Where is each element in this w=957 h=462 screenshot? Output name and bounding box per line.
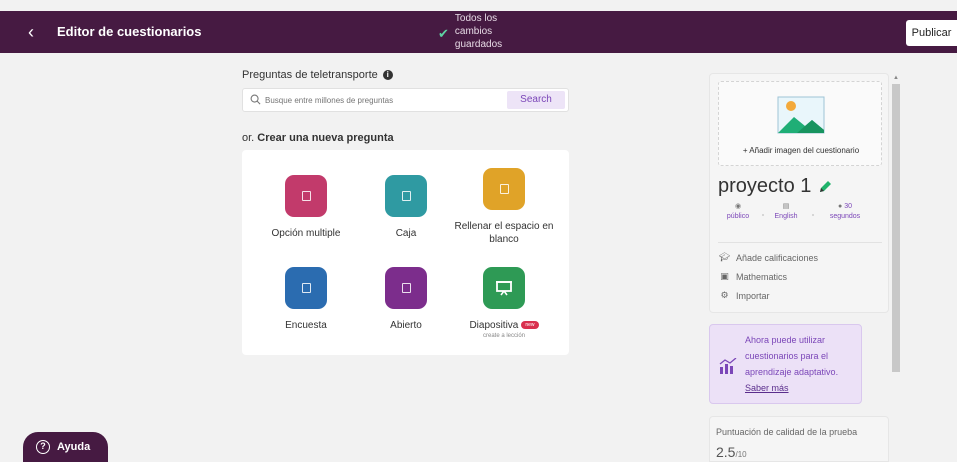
create-prefix: or. — [242, 132, 255, 144]
pencil-icon[interactable] — [817, 179, 833, 195]
quality-score-max: /10 — [735, 450, 747, 459]
add-quiz-image[interactable]: + Añadir imagen del cuestionario — [718, 81, 882, 166]
time-value-row: ● 30 — [818, 202, 872, 212]
time-label: segundos — [829, 213, 861, 220]
search-icon — [250, 94, 261, 105]
time-value: 30 — [844, 203, 852, 210]
import-setting[interactable]: ⚙︎ Importar — [718, 290, 770, 301]
question-type-box[interactable]: Caja — [362, 175, 450, 240]
add-image-label: + Añadir imagen del cuestionario — [742, 146, 860, 155]
info-icon[interactable]: i — [382, 70, 393, 80]
setting-label: Añade calificaciones — [736, 252, 819, 263]
language-meta[interactable]: ▤ English — [766, 202, 806, 222]
search-box: Search — [242, 88, 569, 112]
question-type-slide[interactable]: Diapositiva new create a lección — [452, 267, 556, 339]
quiz-name: proyecto 1 — [718, 175, 812, 197]
page-title: Editor de cuestionarios — [57, 24, 202, 39]
learn-more-link[interactable]: Saber más — [745, 383, 789, 393]
survey-icon — [285, 267, 327, 309]
import-icon: ⚙︎ — [720, 290, 729, 300]
question-type-multiple-choice[interactable]: Opción multiple — [256, 175, 356, 240]
question-type-label: Diapositiva new — [452, 319, 556, 332]
meta-separator — [762, 214, 764, 216]
add-grades-setting[interactable]: 🎓︎ Añade calificaciones — [718, 252, 818, 263]
question-type-label: Encuesta — [285, 320, 327, 331]
question-type-label: Rellenar el espacio en blanco — [454, 221, 554, 245]
eye-icon: ◉ — [734, 203, 742, 210]
graduation-cap-icon: 🎓︎ — [718, 252, 731, 262]
saved-status: ✔ Todos los cambios guardados — [438, 12, 515, 51]
open-icon — [385, 267, 427, 309]
question-types-card: Opción multiple Caja Rellenar el espacio… — [242, 150, 569, 355]
divider — [718, 242, 882, 243]
subject-setting[interactable]: ▣ Mathematics — [718, 271, 787, 282]
quality-score-card: Puntuación de calidad de la prueba 2.5/1… — [709, 416, 889, 462]
language-icon: ▤ — [782, 203, 790, 210]
create-question-heading: or. Crear una nueva pregunta — [242, 132, 394, 144]
box-icon — [385, 175, 427, 217]
adaptive-learning-banner: Ahora puede utilizar cuestionarios para … — [709, 324, 862, 404]
quiz-title: proyecto 1 — [718, 175, 833, 198]
search-button[interactable]: Search — [507, 91, 565, 109]
quality-score: 2.5/10 — [716, 444, 747, 460]
slide-sublabel: create a lección — [482, 333, 526, 339]
create-label: Crear una nueva pregunta — [257, 132, 394, 144]
slide-label: Diapositiva — [469, 320, 519, 331]
scroll-up-icon[interactable]: ▲ — [893, 75, 899, 81]
quiz-info-card: + Añadir imagen del cuestionario proyect… — [709, 73, 889, 313]
multiple-choice-icon — [285, 175, 327, 217]
saved-status-text: Todos los cambios guardados — [454, 13, 503, 50]
clock-icon: ● — [838, 203, 843, 210]
setting-label: Importar — [736, 290, 770, 301]
question-type-open[interactable]: Abierto — [362, 267, 450, 332]
question-type-fill-blank[interactable]: Rellenar el espacio en blanco — [452, 168, 556, 246]
question-type-label: Abierto — [390, 320, 422, 331]
help-label: Ayuda — [57, 441, 91, 453]
question-type-survey[interactable]: Encuesta — [256, 267, 356, 332]
sidebar-scrollbar[interactable]: ▲ — [890, 73, 902, 462]
adaptive-text: Ahora puede utilizar cuestionarios para … — [745, 335, 839, 377]
check-icon: ✔ — [438, 25, 449, 41]
visibility-label: público — [726, 213, 750, 220]
visibility-meta[interactable]: ◉ público — [718, 202, 758, 222]
question-mark-icon: ? — [36, 440, 50, 454]
presentation-icon — [483, 267, 525, 309]
bar-chart-icon — [719, 358, 737, 374]
fill-blank-icon — [483, 168, 525, 210]
meta-separator — [812, 214, 814, 216]
top-bar: ‹ Editor de cuestionarios ✔ Todos los ca… — [0, 11, 957, 53]
scroll-thumb[interactable] — [892, 84, 900, 372]
quality-score-value: 2.5 — [716, 444, 736, 460]
time-meta[interactable]: ● 30 segundos — [818, 202, 872, 222]
book-icon: ▣ — [720, 271, 729, 281]
question-type-label: Caja — [395, 228, 417, 239]
language-label: English — [774, 213, 798, 220]
image-placeholder-icon — [777, 96, 825, 134]
back-chevron-icon[interactable]: ‹ — [28, 22, 44, 42]
help-button[interactable]: ? Ayuda — [23, 432, 108, 462]
teleport-heading: Preguntas de teletransporte i — [242, 69, 393, 81]
setting-label: Mathematics — [736, 271, 788, 282]
question-type-label: Opción multiple — [271, 228, 341, 239]
search-input[interactable] — [265, 92, 505, 108]
publish-button[interactable]: Publicar — [906, 20, 957, 46]
new-badge: new — [521, 321, 539, 330]
quality-label: Puntuación de calidad de la prueba — [716, 427, 858, 437]
teleport-title: Preguntas de teletransporte — [242, 69, 378, 81]
